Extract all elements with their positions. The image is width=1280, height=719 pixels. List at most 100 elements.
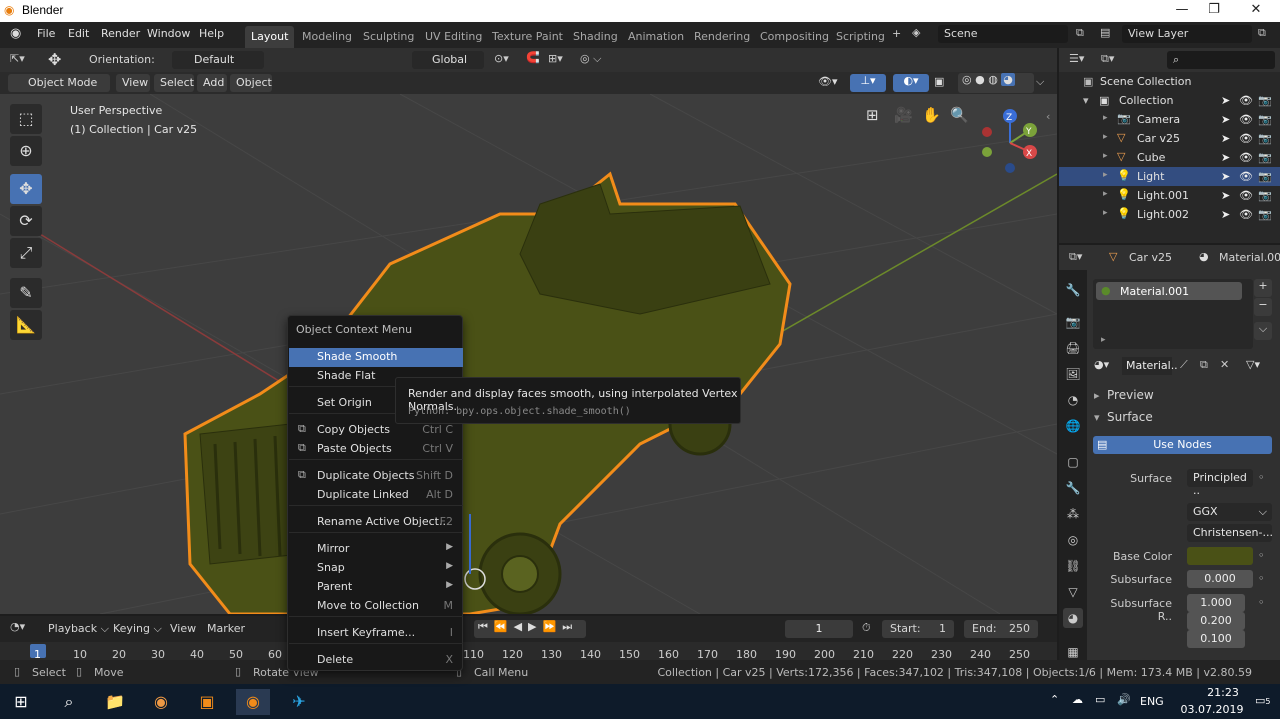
visibility-eye-icon[interactable]: 👁 [1239, 151, 1253, 164]
properties-editor-icon[interactable]: ⧉▾ [1069, 250, 1082, 264]
clock-date[interactable]: 03.07.2019 [1172, 703, 1252, 716]
subsurface-radius-link-icon[interactable]: ◦ [1258, 596, 1265, 609]
tool-scale[interactable]: ⤢ [10, 238, 42, 268]
pan-hand-icon[interactable]: ✋ [922, 106, 941, 124]
language-indicator[interactable]: ENG [1140, 695, 1164, 708]
current-frame-field[interactable]: 1 [785, 620, 853, 638]
blender-taskbar-icon[interactable]: ◉ [236, 689, 270, 715]
render-camera-icon[interactable]: 📷 [1258, 132, 1272, 145]
3d-viewport[interactable]: User Perspective (1) Collection | Car v2… [0, 94, 1057, 614]
snap-icon[interactable]: 🧲 [526, 51, 540, 64]
expand-arrow-icon[interactable]: ▸ [1103, 208, 1108, 218]
context-menu-item[interactable]: Mirror ▶ [289, 540, 463, 559]
surface-panel-header[interactable]: ▾ Surface [1094, 410, 1274, 428]
fake-user-icon[interactable]: ⟋ [1180, 358, 1188, 372]
select-toggle-icon[interactable]: ➤ [1221, 170, 1230, 183]
timeline-menu-playback[interactable]: Playback ⌵ [48, 622, 109, 636]
outliner-item[interactable]: ▸ ▽ Car v25 ➤ 👁 📷 [1059, 129, 1280, 148]
outliner-scene-collection[interactable]: ▣ Scene Collection [1059, 72, 1280, 91]
editor-type-icon[interactable]: ☰▾ [1069, 52, 1084, 65]
menu-add[interactable]: Add [197, 74, 227, 92]
context-menu-item[interactable]: ⧉ Paste Objects Ctrl V [289, 440, 463, 459]
expand-arrow-icon[interactable]: ▸ [1103, 189, 1108, 199]
render-camera-icon[interactable]: 📷 [1258, 94, 1272, 107]
restore-icon[interactable]: ❐ [1204, 2, 1224, 18]
minimize-icon[interactable]: — [1172, 2, 1192, 18]
network-icon[interactable]: ▭ [1095, 693, 1105, 706]
orientation-dropdown[interactable]: Default [172, 51, 264, 69]
select-toggle-icon[interactable]: ➤ [1221, 208, 1230, 221]
tool-measure[interactable]: 📐 [10, 310, 42, 340]
world-tab-icon[interactable]: 🌐 [1063, 416, 1083, 436]
menu-view[interactable]: View [116, 74, 150, 92]
clock-time[interactable]: 21:23 [1198, 686, 1248, 699]
windows-start-icon[interactable]: ⊞ [4, 689, 38, 715]
remove-slot-button[interactable]: − [1254, 298, 1272, 316]
camera-view-icon[interactable]: 🎥 [894, 106, 913, 124]
collapse-icon[interactable]: ▾ [1083, 94, 1089, 107]
sidebar-toggle-icon[interactable]: ‹ [1046, 110, 1050, 123]
unlink-material-icon[interactable]: ✕ [1220, 358, 1229, 371]
tab-modeling[interactable]: Modeling [296, 26, 358, 48]
select-toggle-icon[interactable]: ➤ [1221, 189, 1230, 202]
outliner-collection[interactable]: ▾ ▣ Collection ➤ 👁 📷 [1059, 91, 1280, 110]
material-browse-icon[interactable]: ◕▾ [1094, 358, 1109, 371]
context-menu-item[interactable]: Rename Active Object... F2 [289, 513, 463, 532]
new-scene-icon[interactable]: ⧉ [1076, 26, 1084, 40]
context-menu-item[interactable]: Duplicate Linked Alt D [289, 486, 463, 505]
subsurface-radius-x[interactable]: 1.000 [1187, 594, 1245, 612]
tab-animation[interactable]: Animation [622, 26, 690, 48]
xray-icon[interactable]: ▣ [934, 75, 944, 88]
timeline-editor-icon[interactable]: ◔▾ [10, 620, 25, 633]
menu-edit[interactable]: Edit [68, 27, 89, 40]
material-name-field[interactable]: Material.. [1122, 357, 1178, 375]
context-menu-item[interactable]: Snap ▶ [289, 559, 463, 578]
select-toggle-icon[interactable]: ➤ [1221, 113, 1230, 126]
duplicate-material-icon[interactable]: ⧉ [1200, 358, 1208, 372]
visibility-eye-icon[interactable]: 👁 [1239, 132, 1253, 145]
material-tab-icon[interactable]: ◕ [1063, 608, 1083, 628]
playback-controls[interactable]: ⏮⏪◀▶⏩⏭ [474, 620, 586, 638]
render-camera-icon[interactable]: 📷 [1258, 189, 1272, 202]
tool-select-box[interactable]: ⬚ [10, 104, 42, 134]
expand-arrow-icon[interactable]: ▸ [1103, 113, 1108, 123]
visibility-eye-icon[interactable]: 👁 [1239, 170, 1253, 183]
close-icon[interactable]: ✕ [1246, 2, 1266, 18]
tool-annotate[interactable]: ✎ [10, 278, 42, 308]
slot-expand-icon[interactable]: ▸ [1101, 335, 1106, 345]
render-camera-icon[interactable]: 📷 [1258, 113, 1272, 126]
visibility-eye-icon[interactable]: 👁 [1239, 113, 1253, 126]
zoom-icon[interactable]: 🔍 [950, 106, 969, 124]
menu-help[interactable]: Help [199, 27, 224, 40]
distribution-dropdown[interactable]: GGX ⌵ [1187, 503, 1272, 521]
context-menu-item[interactable]: Move to Collection M [289, 597, 463, 616]
preview-range-icon[interactable]: ⏱ [862, 621, 871, 635]
subsurface-radius-y[interactable]: 0.200 [1187, 612, 1245, 630]
add-slot-button[interactable]: + [1254, 279, 1272, 297]
context-menu-item[interactable]: Insert Keyframe... I [289, 624, 463, 643]
tab-rendering[interactable]: Rendering [688, 26, 756, 48]
tool-tab-icon[interactable]: 🔧 [1063, 280, 1083, 300]
expand-arrow-icon[interactable]: ▸ [1103, 132, 1108, 142]
select-toggle-icon[interactable]: ➤ [1221, 132, 1230, 145]
outliner-item[interactable]: ▸ 💡 Light.001 ➤ 👁 📷 [1059, 186, 1280, 205]
mode-dropdown[interactable]: Object Mode [8, 74, 110, 92]
menu-select[interactable]: Select [154, 74, 194, 92]
output-tab-icon[interactable]: 🖨 [1063, 338, 1083, 358]
context-menu-item[interactable]: ⧉ Duplicate Objects Shift D [289, 467, 463, 486]
tool-rotate[interactable]: ⟳ [10, 206, 42, 236]
tab-texture-paint[interactable]: Texture Paint [486, 26, 569, 48]
subsurface-value-field[interactable]: 0.000 [1187, 570, 1253, 588]
overlay-toggle-icon[interactable]: ◐▾ [893, 74, 929, 92]
tab-uv-editing[interactable]: UV Editing [419, 26, 488, 48]
menu-file[interactable]: File [37, 27, 55, 40]
render-camera-icon[interactable]: 📷 [1258, 151, 1272, 164]
add-workspace-icon[interactable]: + [892, 27, 901, 40]
subsurface-method-dropdown[interactable]: Christensen-... [1187, 524, 1273, 542]
timeline-menu-marker[interactable]: Marker [207, 622, 245, 635]
menu-object[interactable]: Object [230, 74, 272, 92]
new-view-layer-icon[interactable]: ⧉ [1258, 26, 1266, 40]
expand-arrow-icon[interactable]: ▸ [1103, 170, 1108, 180]
material-slot-row[interactable]: ● Material.001 [1096, 282, 1242, 300]
use-nodes-button[interactable]: ▤ Use Nodes [1093, 436, 1272, 454]
